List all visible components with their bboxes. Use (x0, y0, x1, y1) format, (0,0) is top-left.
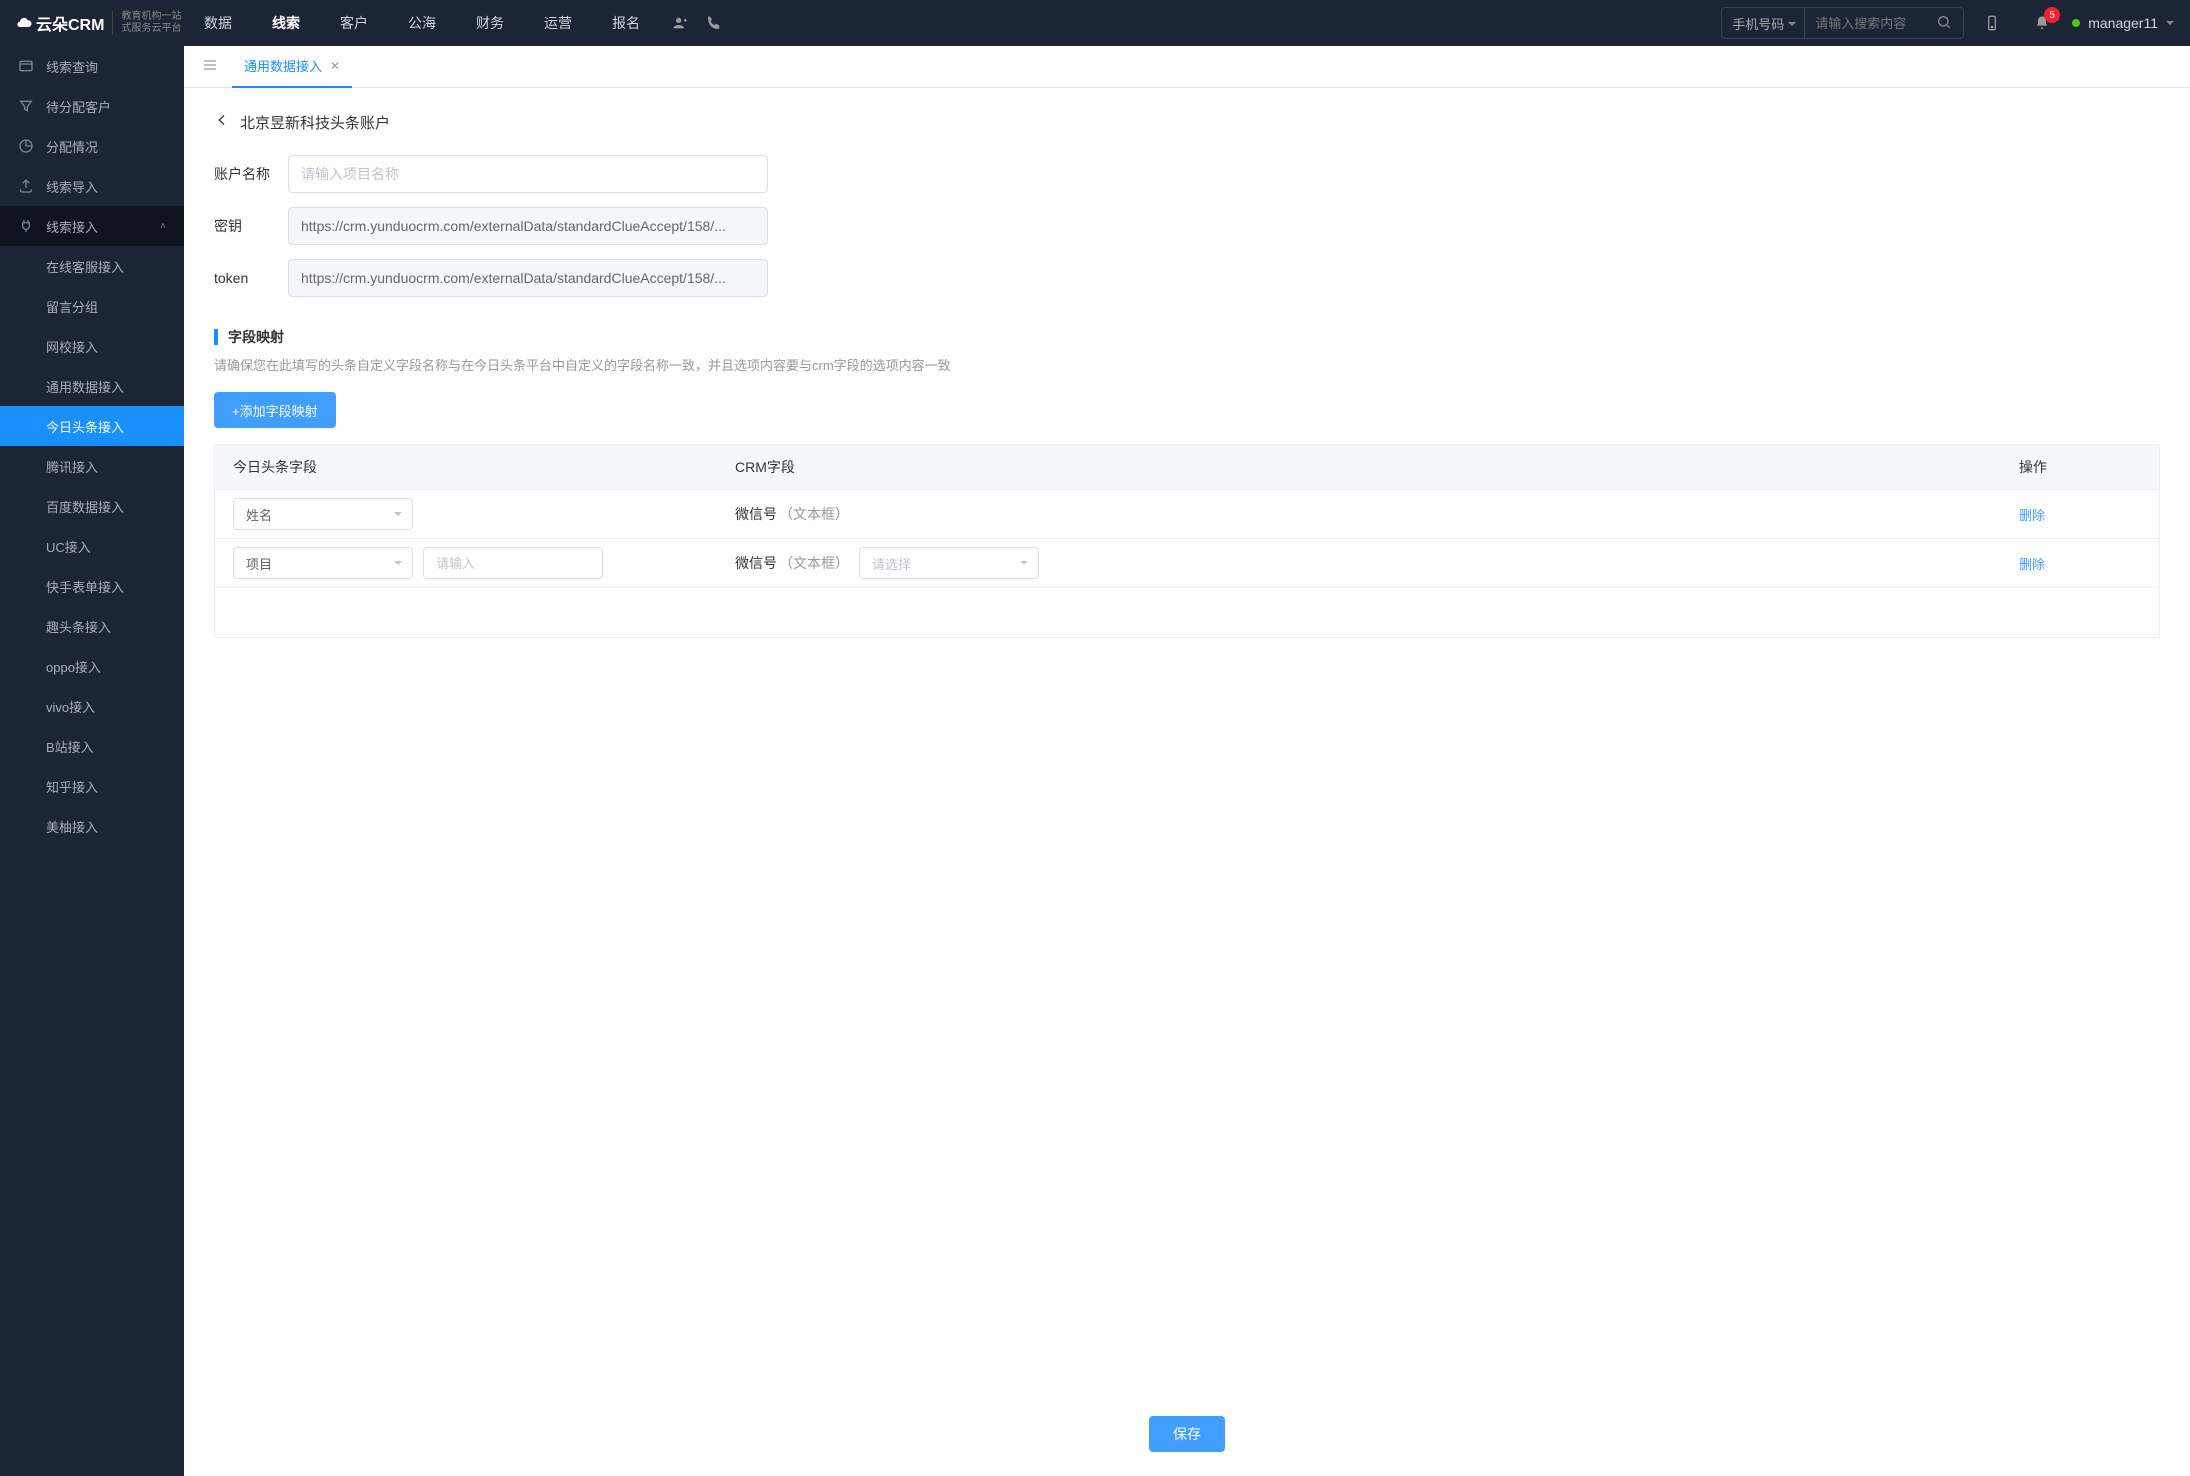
mapping-table: 今日头条字段 CRM字段 操作 姓名微信号（文本框）删除项目微信号（文本框）请选… (214, 444, 2160, 638)
top-nav: 数据线索客户公海财务运营报名 (184, 0, 660, 46)
top-icon-group (670, 13, 724, 33)
sidebar-item[interactable]: 待分配客户 (0, 86, 184, 126)
add-mapping-button[interactable]: +添加字段映射 (214, 392, 336, 428)
save-bar: 保存 (1149, 1416, 1225, 1452)
extra-input[interactable] (423, 547, 603, 579)
search-input[interactable] (1804, 7, 1964, 39)
sidebar-sub-item[interactable]: 美柚接入 (0, 806, 184, 846)
main-content: 通用数据接入 ✕ 北京昱新科技头条账户 账户名称 密钥 token (184, 46, 2190, 1476)
upload-icon (18, 178, 34, 194)
nav-item[interactable]: 报名 (592, 0, 660, 46)
cloud-icon (16, 15, 32, 31)
logo-block: 云朵CRM 教育机构一站 式服务云平台 (16, 11, 184, 35)
sidebar-sub-item[interactable]: 趣头条接入 (0, 606, 184, 646)
crm-field-label: 微信号（文本框） (735, 553, 849, 573)
top-header: 云朵CRM 教育机构一站 式服务云平台 数据线索客户公海财务运营报名 手机号码 … (0, 0, 2190, 46)
list-icon (18, 58, 34, 74)
sidebar-sub-item[interactable]: UC接入 (0, 526, 184, 566)
search-type-select[interactable]: 手机号码 (1721, 7, 1804, 39)
table-header: 今日头条字段 CRM字段 操作 (215, 445, 2159, 489)
form-row-token: token (214, 259, 2160, 297)
user-menu[interactable]: manager11 (2072, 15, 2174, 31)
sidebar-sub-item[interactable]: 通用数据接入 (0, 366, 184, 406)
chevron-down-icon (2166, 21, 2174, 29)
bell-icon[interactable]: 5 (2032, 13, 2052, 33)
table-row: 项目 微信号（文本框） 请选择 删除 (215, 538, 2159, 587)
sidebar-item[interactable]: 线索导入 (0, 166, 184, 206)
phone-icon[interactable] (704, 13, 724, 33)
label-secret: 密钥 (214, 216, 288, 236)
tabs-bar: 通用数据接入 ✕ (184, 46, 2190, 88)
logo-subtitle: 教育机构一站 式服务云平台 (112, 11, 181, 35)
sidebar-item[interactable]: 线索查询 (0, 46, 184, 86)
sidebar-sub-item[interactable]: 网校接入 (0, 326, 184, 366)
notification-badge: 5 (2044, 7, 2060, 23)
header-right-icons: 5 (1982, 13, 2052, 33)
mobile-icon[interactable] (1982, 13, 2002, 33)
sidebar-item[interactable]: 线索接入˄ (0, 206, 184, 246)
sidebar-sub-item[interactable]: vivo接入 (0, 686, 184, 726)
breadcrumb: 北京昱新科技头条账户 (214, 112, 2160, 133)
th-action: 操作 (2019, 457, 2159, 477)
page-title: 北京昱新科技头条账户 (240, 112, 390, 133)
secret-input[interactable] (288, 207, 768, 245)
user-name: manager11 (2088, 15, 2158, 31)
section-bar-icon (214, 329, 218, 345)
sidebar-sub-item[interactable]: 腾讯接入 (0, 446, 184, 486)
sidebar-sub-item[interactable]: 知乎接入 (0, 766, 184, 806)
save-button[interactable]: 保存 (1149, 1416, 1225, 1452)
tab-general-data-access[interactable]: 通用数据接入 ✕ (232, 46, 352, 88)
logo[interactable]: 云朵CRM (16, 11, 104, 35)
sidebar-sub-item[interactable]: 留言分组 (0, 286, 184, 326)
section-header-mapping: 字段映射 (214, 327, 2160, 347)
sidebar-item[interactable]: 分配情况 (0, 126, 184, 166)
form-row-secret: 密钥 (214, 207, 2160, 245)
label-token: token (214, 270, 288, 286)
nav-item[interactable]: 数据 (184, 0, 252, 46)
toutiao-field-select[interactable]: 姓名 (233, 498, 413, 530)
collapse-tabs-icon[interactable] (196, 57, 224, 76)
content-area: 北京昱新科技头条账户 账户名称 密钥 token 字段映射 请确保您在此填写的头… (184, 88, 2190, 1476)
section-title: 字段映射 (228, 327, 284, 347)
account-name-input[interactable] (288, 155, 768, 193)
sidebar-sub-item[interactable]: oppo接入 (0, 646, 184, 686)
crm-field-label: 微信号（文本框） (735, 504, 849, 524)
nav-item[interactable]: 运营 (524, 0, 592, 46)
search-group: 手机号码 (1721, 7, 1952, 39)
sidebar-sub-item[interactable]: 百度数据接入 (0, 486, 184, 526)
user-plus-icon[interactable] (670, 13, 690, 33)
form-row-account-name: 账户名称 (214, 155, 2160, 193)
mapping-hint: 请确保您在此填写的头条自定义字段名称与在今日头条平台中自定义的字段名称一致，并且… (214, 355, 2160, 374)
th-toutiao: 今日头条字段 (215, 457, 725, 477)
nav-item[interactable]: 客户 (320, 0, 388, 46)
label-account-name: 账户名称 (214, 164, 288, 184)
sidebar: 线索查询待分配客户分配情况线索导入线索接入˄在线客服接入留言分组网校接入通用数据… (0, 46, 184, 1476)
status-dot-icon (2072, 19, 2080, 27)
nav-item[interactable]: 线索 (252, 0, 320, 46)
back-icon[interactable] (214, 112, 230, 133)
sidebar-sub-item[interactable]: 今日头条接入 (0, 406, 184, 446)
filter-icon (18, 98, 34, 114)
th-crm: CRM字段 (725, 457, 2019, 477)
table-row: 姓名 微信号（文本框） 删除 (215, 489, 2159, 538)
toutiao-field-select[interactable]: 项目 (233, 547, 413, 579)
pie-icon (18, 138, 34, 154)
delete-link[interactable]: 删除 (2019, 508, 2045, 523)
sidebar-sub-item[interactable]: B站接入 (0, 726, 184, 766)
sidebar-sub-item[interactable]: 在线客服接入 (0, 246, 184, 286)
token-input[interactable] (288, 259, 768, 297)
crm-field-select[interactable]: 请选择 (859, 547, 1039, 579)
chevron-up-icon: ˄ (160, 221, 166, 232)
empty-row (215, 587, 2159, 637)
close-icon[interactable]: ✕ (330, 59, 340, 73)
nav-item[interactable]: 财务 (456, 0, 524, 46)
delete-link[interactable]: 删除 (2019, 557, 2045, 572)
sidebar-sub-item[interactable]: 快手表单接入 (0, 566, 184, 606)
plug-icon (18, 218, 34, 234)
nav-item[interactable]: 公海 (388, 0, 456, 46)
